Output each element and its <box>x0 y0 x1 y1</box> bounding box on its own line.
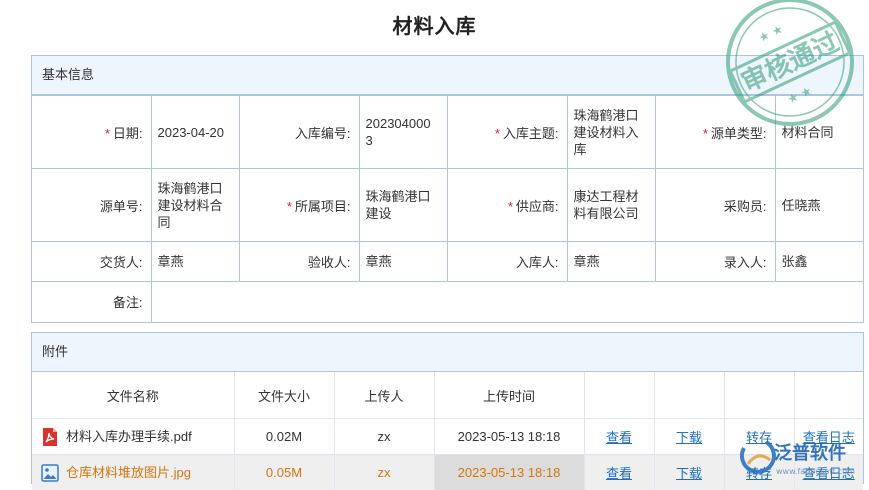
inspector-value[interactable]: 章燕 <box>359 242 447 282</box>
source-type-label: *源单类型: <box>655 96 775 169</box>
receiver-label: 入库人: <box>447 242 567 282</box>
download-cell: 下载 <box>654 419 724 455</box>
page-title: 材料入库 <box>0 10 869 39</box>
inspector-label: 验收人: <box>239 242 359 282</box>
subject-label: *入库主题: <box>447 96 567 169</box>
col-action-transfer <box>724 372 794 419</box>
form-row-1: *日期: 2023-04-20 入库编号: 202304000 3 *入库主题:… <box>32 96 863 169</box>
supplier-label: *供应商: <box>447 169 567 242</box>
file-uploader: zx <box>334 455 434 490</box>
file-upload-time: 2023-05-13 18:18 <box>434 419 584 455</box>
buyer-label: 采购员: <box>655 169 775 242</box>
attachments-header-row: 文件名称 文件大小 上传人 上传时间 <box>32 372 863 419</box>
deliverer-label: 交货人: <box>32 242 151 282</box>
file-name-cell[interactable]: 材料入库办理手续.pdf <box>32 419 234 455</box>
col-upload-time: 上传时间 <box>434 372 584 419</box>
view-link[interactable]: 查看 <box>606 430 632 445</box>
receipt-no-label: 入库编号: <box>239 96 359 169</box>
col-uploader: 上传人 <box>334 372 434 419</box>
view-cell: 查看 <box>584 455 654 490</box>
required-mark: * <box>105 126 110 141</box>
file-size: 0.02M <box>234 419 334 455</box>
remark-value[interactable] <box>151 282 863 322</box>
file-uploader: zx <box>334 419 434 455</box>
file-size: 0.05M <box>234 455 334 490</box>
file-upload-time: 2023-05-13 18:18 <box>434 455 584 490</box>
deliverer-value[interactable]: 章燕 <box>151 242 239 282</box>
form-row-2: 源单号: 珠海鹤港口建设材料合同 *所属项目: 珠海鹤港口建设 *供应商: 康达… <box>32 169 863 242</box>
col-action-log <box>794 372 863 419</box>
basic-info-panel: 基本信息 *日期: 2023-04-20 入库编号: 202304000 3 *… <box>31 55 864 323</box>
source-no-value[interactable]: 珠海鹤港口建设材料合同 <box>151 169 239 242</box>
receiver-value[interactable]: 章燕 <box>567 242 655 282</box>
date-value[interactable]: 2023-04-20 <box>151 96 239 169</box>
required-mark: * <box>287 199 292 214</box>
source-no-label: 源单号: <box>32 169 151 242</box>
date-label: *日期: <box>32 96 151 169</box>
brand-name: 泛普软件 <box>774 442 846 464</box>
required-mark: * <box>703 126 708 141</box>
image-file-icon <box>40 463 60 483</box>
receipt-no-value[interactable]: 202304000 3 <box>359 96 447 169</box>
required-mark: * <box>508 199 513 214</box>
remark-label: 备注: <box>32 282 151 322</box>
basic-info-form: *日期: 2023-04-20 入库编号: 202304000 3 *入库主题:… <box>32 95 863 322</box>
brand-watermark: 泛普软件 www.fanpusoft.com <box>738 434 868 486</box>
view-cell: 查看 <box>584 419 654 455</box>
pdf-file-icon <box>40 427 60 447</box>
buyer-value[interactable]: 任晓燕 <box>775 169 863 242</box>
entry-clerk-label: 录入人: <box>655 242 775 282</box>
subject-value[interactable]: 珠海鹤港口建设材料入库 <box>567 96 655 169</box>
attachments-header: 附件 <box>32 333 863 372</box>
download-link[interactable]: 下载 <box>676 466 702 481</box>
brand-url: www.fanpusoft.com <box>776 467 855 476</box>
entry-clerk-value[interactable]: 张鑫 <box>775 242 863 282</box>
project-label: *所属项目: <box>239 169 359 242</box>
download-cell: 下载 <box>654 455 724 490</box>
file-name: 仓库材料堆放图片.jpg <box>66 465 191 480</box>
project-value[interactable]: 珠海鹤港口建设 <box>359 169 447 242</box>
col-file-name: 文件名称 <box>32 372 234 419</box>
required-mark: * <box>495 126 500 141</box>
file-name: 材料入库办理手续.pdf <box>66 429 192 444</box>
form-row-3: 交货人: 章燕 验收人: 章燕 入库人: 章燕 录入人: 张鑫 <box>32 242 863 282</box>
supplier-value[interactable]: 康达工程材料有限公司 <box>567 169 655 242</box>
col-action-download <box>654 372 724 419</box>
download-link[interactable]: 下载 <box>676 430 702 445</box>
form-row-remark: 备注: <box>32 282 863 322</box>
file-name-cell[interactable]: 仓库材料堆放图片.jpg <box>32 455 234 490</box>
basic-info-header: 基本信息 <box>32 56 863 95</box>
col-action-view <box>584 372 654 419</box>
view-link[interactable]: 查看 <box>606 466 632 481</box>
source-type-value[interactable]: 材料合同 <box>775 96 863 169</box>
col-file-size: 文件大小 <box>234 372 334 419</box>
